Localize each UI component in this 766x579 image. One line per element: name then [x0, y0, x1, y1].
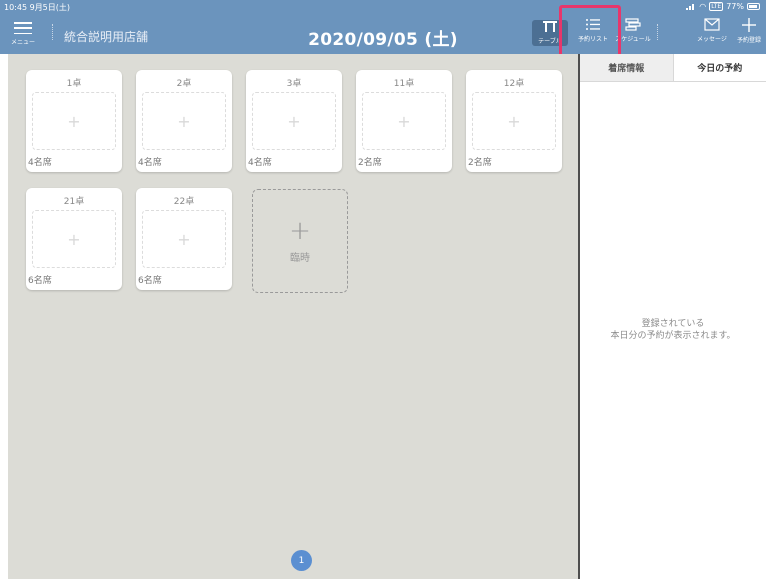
- wifi-icon: ◠: [699, 2, 707, 11]
- add-reservation-label: 予約登録: [736, 37, 761, 44]
- temporary-table-label: 臨時: [290, 252, 310, 264]
- table-icon: [543, 21, 557, 32]
- plus-icon: +: [177, 229, 191, 249]
- message-label: メッセージ: [697, 36, 727, 43]
- plus-icon: +: [67, 111, 81, 131]
- top-navigation-bar: 10:45 9月5日(土) ◠ LTE 77% メニュー 統合説明用店舗 202…: [0, 0, 766, 57]
- table-card[interactable]: 3卓 + 4名席: [246, 70, 342, 172]
- plus-icon: +: [287, 111, 301, 131]
- table-name: 3卓: [286, 79, 302, 89]
- table-slot[interactable]: +: [32, 92, 116, 150]
- envelope-icon: [704, 18, 720, 31]
- reservation-side-panel: 着席情報 今日の予約 登録されている 本日分の予約が表示されます。: [578, 54, 766, 579]
- table-slot[interactable]: +: [362, 92, 446, 150]
- table-card[interactable]: 2卓 + 4名席: [136, 70, 232, 172]
- table-card[interactable]: 12卓 + 2名席: [466, 70, 562, 172]
- table-slot[interactable]: +: [142, 210, 226, 268]
- table-name: 21卓: [63, 197, 85, 207]
- table-name: 12卓: [503, 79, 525, 89]
- table-card[interactable]: 21卓 + 6名席: [26, 188, 122, 290]
- plus-icon: +: [507, 111, 521, 131]
- empty-state-line-1: 登録されている: [641, 319, 705, 329]
- battery-icon: [747, 3, 760, 10]
- tab-seating-info[interactable]: 着席情報: [580, 54, 674, 81]
- table-name: 22卓: [173, 197, 195, 207]
- temporary-table-button[interactable]: + 臨時: [252, 189, 348, 293]
- message-button[interactable]: メッセージ: [694, 18, 730, 48]
- table-seats: 6名席: [28, 276, 52, 286]
- table-slot[interactable]: +: [142, 92, 226, 150]
- empty-state-line-2: 本日分の予約が表示されます。: [610, 331, 736, 341]
- plus-icon: +: [177, 111, 191, 131]
- status-time: 10:45 9月5日(土): [4, 3, 71, 12]
- status-bar: 10:45 9月5日(土) ◠ LTE 77%: [0, 0, 766, 14]
- network-badge: LTE: [709, 2, 724, 11]
- separator: [657, 24, 658, 40]
- tab-today-reservations[interactable]: 今日の予約: [673, 54, 766, 81]
- table-name: 1卓: [66, 79, 82, 89]
- table-slot[interactable]: +: [32, 210, 116, 268]
- table-seats: 4名席: [138, 158, 162, 168]
- table-card[interactable]: 1卓 + 4名席: [26, 70, 122, 172]
- panel-tabs: 着席情報 今日の予約: [580, 54, 766, 82]
- battery-percent: 77%: [726, 2, 744, 11]
- table-card[interactable]: 22卓 + 6名席: [136, 188, 232, 290]
- table-seats: 4名席: [28, 158, 52, 168]
- table-slot[interactable]: +: [252, 92, 336, 150]
- highlight-annotation: [559, 5, 621, 57]
- table-card[interactable]: 11卓 + 2名席: [356, 70, 452, 172]
- empty-state-message: 登録されている 本日分の予約が表示されます。: [580, 318, 766, 342]
- schedule-icon: [625, 18, 641, 31]
- table-seats: 2名席: [358, 158, 382, 168]
- page-indicator[interactable]: 1: [291, 550, 312, 571]
- table-slot[interactable]: +: [472, 92, 556, 150]
- plus-icon: [742, 18, 756, 32]
- table-seats: 4名席: [248, 158, 272, 168]
- table-seats: 6名席: [138, 276, 162, 286]
- status-indicators: ◠ LTE 77%: [686, 2, 760, 11]
- plus-icon: +: [289, 215, 311, 246]
- signal-icon: [686, 3, 696, 10]
- table-name: 2卓: [176, 79, 192, 89]
- table-name: 11卓: [393, 79, 415, 89]
- plus-icon: +: [397, 111, 411, 131]
- table-layout-area: 1卓 + 4名席 2卓 + 4名席 3卓 + 4名席 11卓 + 2名席 12卓…: [0, 54, 578, 579]
- table-seats: 2名席: [468, 158, 492, 168]
- plus-icon: +: [67, 229, 81, 249]
- add-reservation-button[interactable]: 予約登録: [734, 18, 764, 48]
